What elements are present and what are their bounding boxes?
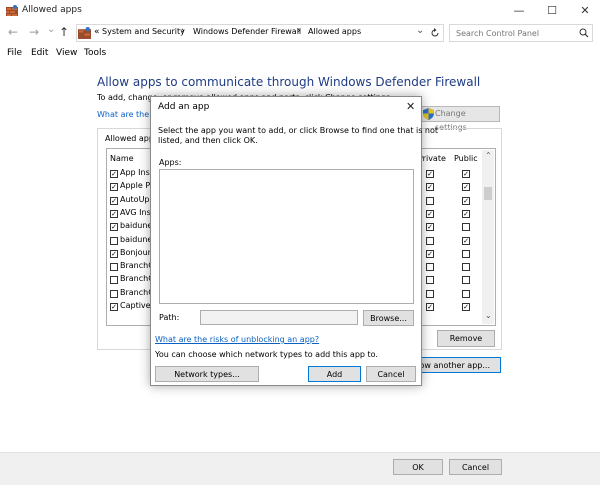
private-checkbox[interactable] [426, 197, 434, 205]
app-enabled-checkbox[interactable]: ✓ [110, 250, 118, 258]
app-enabled-checkbox[interactable] [110, 237, 118, 245]
dialog-instructions: listed, and then click OK. [158, 136, 258, 145]
up-button[interactable]: ↑ [59, 25, 69, 39]
close-window-button[interactable]: ✕ [572, 3, 598, 19]
breadcrumb-firewall[interactable]: Windows Defender Firewall [193, 27, 301, 36]
private-checkbox[interactable]: ✓ [426, 210, 434, 218]
control-panel-icon [78, 27, 91, 39]
address-dropdown[interactable]: ⌄ [416, 25, 424, 36]
app-enabled-checkbox[interactable]: ✓ [110, 170, 118, 178]
column-public[interactable]: Public [454, 154, 478, 163]
apps-label: Apps: [159, 158, 182, 167]
public-checkbox[interactable]: ✓ [462, 170, 470, 178]
unblocking-risks-link[interactable]: What are the risks of unblocking an app? [155, 335, 319, 344]
recent-locations-dropdown[interactable]: ⌄ [47, 24, 55, 35]
breadcrumb-overflow[interactable]: « [94, 27, 100, 37]
shield-icon [423, 108, 434, 120]
remove-button[interactable]: Remove [437, 330, 495, 347]
dialog-instructions: Select the app you want to add, or click… [158, 126, 439, 135]
private-checkbox[interactable]: ✓ [426, 170, 434, 178]
search-icon[interactable] [579, 28, 589, 38]
app-name[interactable]: Bonjour [120, 248, 151, 257]
minimize-button[interactable]: — [506, 3, 532, 19]
public-checkbox[interactable] [462, 223, 470, 231]
breadcrumb-system-security[interactable]: System and Security [102, 27, 185, 36]
private-checkbox[interactable] [426, 263, 434, 271]
ok-button[interactable]: OK [393, 459, 443, 475]
public-checkbox[interactable] [462, 290, 470, 298]
menu-tools[interactable]: Tools [84, 48, 106, 58]
app-enabled-checkbox[interactable] [110, 276, 118, 284]
public-checkbox[interactable]: ✓ [462, 183, 470, 191]
add-button[interactable]: Add [308, 366, 361, 382]
public-checkbox[interactable]: ✓ [462, 197, 470, 205]
network-note: You can choose which network types to ad… [155, 350, 378, 359]
menu-file[interactable]: File [7, 48, 22, 58]
browse-button[interactable]: Browse... [363, 310, 414, 326]
private-checkbox[interactable]: ✓ [426, 183, 434, 191]
scroll-up-arrow[interactable]: ⌃ [485, 151, 492, 160]
public-checkbox[interactable] [462, 276, 470, 284]
menu-view[interactable]: View [56, 48, 77, 58]
app-enabled-checkbox[interactable] [110, 290, 118, 298]
forward-button[interactable]: → [29, 25, 39, 39]
breadcrumb-separator: › [297, 26, 301, 36]
breadcrumb-allowed-apps[interactable]: Allowed apps [308, 27, 361, 36]
breadcrumb-separator: › [181, 26, 185, 36]
public-checkbox[interactable] [462, 263, 470, 271]
app-enabled-checkbox[interactable] [110, 263, 118, 271]
private-checkbox[interactable] [426, 290, 434, 298]
app-enabled-checkbox[interactable]: ✓ [110, 303, 118, 311]
apps-list[interactable] [159, 169, 414, 304]
refresh-icon[interactable] [430, 28, 440, 38]
private-checkbox[interactable] [426, 237, 434, 245]
search-input[interactable] [449, 24, 593, 42]
public-checkbox[interactable]: ✓ [462, 237, 470, 245]
path-label: Path: [159, 313, 180, 322]
dialog-title: Add an app [158, 102, 210, 112]
page-heading: Allow apps to communicate through Window… [97, 75, 481, 89]
maximize-button[interactable]: ☐ [539, 3, 565, 19]
column-private[interactable]: Private [418, 154, 446, 163]
column-name[interactable]: Name [110, 154, 134, 163]
app-enabled-checkbox[interactable]: ✓ [110, 183, 118, 191]
app-enabled-checkbox[interactable]: ✓ [110, 210, 118, 218]
list-scrollbar[interactable] [482, 150, 494, 324]
bottom-button-bar [0, 452, 600, 485]
window-title: Allowed apps [22, 5, 82, 15]
public-checkbox[interactable]: ✓ [462, 210, 470, 218]
private-checkbox[interactable]: ✓ [426, 223, 434, 231]
app-enabled-checkbox[interactable]: ✓ [110, 223, 118, 231]
back-button[interactable]: ← [8, 25, 18, 39]
dialog-cancel-button[interactable]: Cancel [366, 366, 416, 382]
public-checkbox[interactable] [462, 250, 470, 258]
public-checkbox[interactable]: ✓ [462, 303, 470, 311]
scroll-down-arrow[interactable]: ⌄ [485, 311, 492, 320]
private-checkbox[interactable]: ✓ [426, 303, 434, 311]
private-checkbox[interactable] [426, 276, 434, 284]
private-checkbox[interactable]: ✓ [426, 250, 434, 258]
firewall-bricks-icon [6, 5, 18, 16]
cancel-button[interactable]: Cancel [449, 459, 502, 475]
path-input[interactable] [200, 310, 358, 325]
dialog-close-button[interactable]: ✕ [406, 100, 415, 113]
scroll-thumb[interactable] [484, 187, 492, 200]
network-types-button[interactable]: Network types... [155, 366, 259, 382]
app-enabled-checkbox[interactable]: ✓ [110, 197, 118, 205]
menu-edit[interactable]: Edit [31, 48, 48, 58]
